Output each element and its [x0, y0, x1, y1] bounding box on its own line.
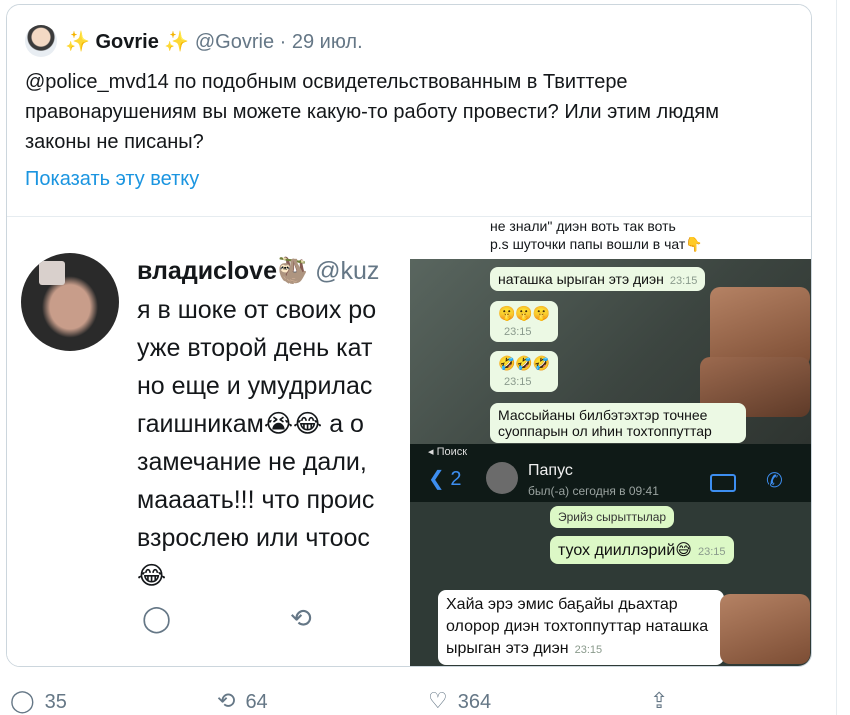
embedded-line: гаишникам😭😂 а о	[137, 410, 364, 438]
like-count: 364	[457, 691, 492, 713]
chat-message: Массыйаны билбэтэхтэр точнее суоппарын о…	[490, 403, 746, 443]
tweet-text: @police_mvd14 по подобным освидетельство…	[25, 71, 720, 153]
note-line: не знали" диэн воть так воть	[490, 218, 676, 234]
tweet-date[interactable]: 29 июл.	[292, 31, 363, 53]
sloth-icon: 🦥	[277, 257, 309, 285]
message-text: наташка ырыган этэ диэн	[498, 271, 664, 287]
contact-avatar	[486, 462, 518, 494]
chat-message: туох дииллэрий😅 23:15	[550, 536, 734, 564]
suitcase-image	[710, 287, 810, 367]
embedded-text: я в шоке от своих ро уже второй день кат…	[137, 291, 376, 595]
embedded-author: владиclove🦥 @kuz	[137, 257, 379, 286]
tweet-actions: ◯ 35 ⟲ 64 ♡ 364 ⇪	[0, 670, 850, 715]
retweet-count: 64	[245, 691, 268, 713]
message-text: 🤫🤫🤫	[498, 305, 551, 321]
author-name[interactable]: Govrie	[95, 31, 158, 53]
quoted-tweet-card[interactable]: ✨ Govrie ✨ @Govrie · 29 июл. @police_mvd…	[6, 4, 812, 667]
chat-screenshot-1[interactable]: не знали" диэн воть так воть p.s шуточки…	[410, 217, 811, 444]
embedded-name: владиclove	[137, 257, 277, 285]
contact-name: Папус	[528, 462, 573, 479]
note-line: p.s шуточки папы вошли в чат👇	[490, 236, 703, 252]
show-thread-link[interactable]: Показать эту ветку	[25, 168, 199, 191]
reply-count: 35	[44, 691, 67, 713]
sparkle-icon: ✨	[164, 31, 190, 53]
share-button[interactable]: ⇪	[650, 688, 678, 714]
chat-message: 🤫🤫🤫 23:15	[490, 301, 559, 342]
chat-note: не знали" диэн воть так воть p.s шуточки…	[410, 217, 811, 259]
tweet-media[interactable]: владиclove🦥 @kuz я в шоке от своих ро уж…	[7, 216, 811, 666]
sparkle-icon: ✨	[65, 31, 90, 53]
message-time: 23:15	[504, 326, 532, 338]
tweet-header: ✨ Govrie ✨ @Govrie · 29 июл. @police_mvd…	[7, 5, 811, 215]
message-time: 23:15	[574, 644, 603, 656]
retweet-icon: ⟲	[290, 603, 312, 633]
message-time: 23:15	[697, 546, 726, 558]
message-text: 🤣🤣🤣	[498, 355, 551, 371]
message-text: туох дииллэрий😅	[558, 542, 692, 559]
embedded-line: но еще и умудрилас	[137, 372, 373, 400]
embedded-handle: @kuz	[315, 257, 380, 285]
embedded-line: я в шоке от своих ро	[137, 296, 377, 324]
embedded-line: замечание не дали,	[137, 448, 367, 476]
embedded-avatar	[21, 253, 119, 351]
embedded-tweet-image[interactable]: владиclove🦥 @kuz я в шоке от своих ро уж…	[7, 217, 410, 666]
back-chevron-icon: ❮ 2	[428, 468, 462, 490]
embedded-line: маааать!!! что проис	[137, 486, 375, 514]
reply-icon: ◯	[142, 603, 172, 633]
message-time: 23:15	[669, 275, 698, 287]
author-handle[interactable]: @Govrie	[195, 31, 274, 53]
message-text: Эрийэ сырыттылар	[558, 510, 667, 524]
sidebar-divider	[836, 0, 837, 715]
retweet-icon: ⟲	[217, 688, 236, 713]
date-separator: ·	[279, 31, 287, 53]
phone-icon: ✆	[766, 470, 783, 492]
chat-message: 🤣🤣🤣 23:15	[490, 351, 559, 392]
share-icon: ⇪	[650, 688, 669, 713]
embedded-line: взрослею или чтоос	[137, 524, 370, 552]
like-button[interactable]: ♡ 364	[428, 688, 491, 714]
heart-icon: ♡	[428, 688, 448, 713]
last-seen: был(-а) сегодня в 09:41	[528, 484, 659, 498]
chat-message: Эрийэ сырыттылар	[550, 506, 675, 528]
blur-patch	[39, 261, 65, 285]
embedded-line: 😂	[137, 562, 167, 590]
video-call-icon	[710, 474, 736, 492]
suitcase-image	[720, 594, 810, 664]
chat-screenshot-2[interactable]: ◂ Поиск ❮ 2 Папус был(-а) сегодня в 09:4…	[410, 444, 811, 666]
search-back-link: ◂ Поиск	[428, 446, 468, 458]
retweet-button[interactable]: ⟲ 64	[217, 688, 268, 714]
author-line: ✨ Govrie ✨ @Govrie · 29 июл.	[65, 29, 363, 54]
reply-button[interactable]: ◯ 35	[10, 688, 67, 714]
chat-message: наташка ырыган этэ диэн 23:15	[490, 267, 706, 291]
embedded-line: уже второй день кат	[137, 334, 373, 362]
reply-icon: ◯	[10, 688, 35, 713]
author-avatar[interactable]	[25, 25, 57, 57]
message-time: 23:15	[504, 376, 532, 388]
message-text: Массыйаны билбэтэхтэр точнее суоппарын о…	[498, 407, 712, 439]
chat-message: Хайа эрэ эмис баҕайы дьахтар олорор диэн…	[438, 590, 724, 665]
chat-header: ◂ Поиск ❮ 2 Папус был(-а) сегодня в 09:4…	[410, 444, 811, 502]
back-count: 2	[450, 468, 462, 490]
